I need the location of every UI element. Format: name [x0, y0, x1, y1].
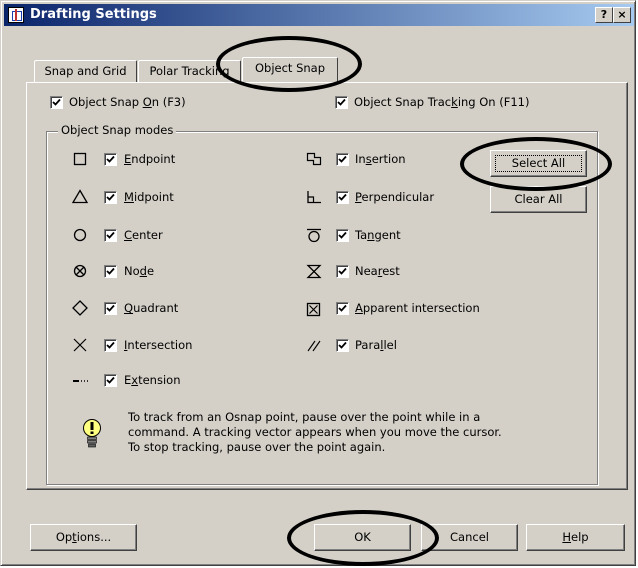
diamond-icon [72, 300, 88, 316]
apparent-intersection-checkbox[interactable] [336, 302, 349, 315]
extension-icon [73, 380, 88, 382]
apparent-intersection-label: Apparent intersection [355, 301, 480, 315]
tangent-icon [307, 228, 321, 243]
extension-checkbox[interactable] [104, 374, 117, 387]
select-all-button[interactable]: Select All [490, 150, 587, 177]
node-icon [73, 264, 87, 278]
insertion-label: Insertion [355, 152, 406, 166]
tab-snap-and-grid[interactable]: Snap and Grid [34, 60, 137, 82]
tangent-checkbox[interactable] [336, 229, 349, 242]
clear-all-button[interactable]: Clear All [490, 186, 587, 213]
nearest-label: Nearest [355, 264, 400, 278]
tab-object-snap[interactable]: Object Snap [242, 57, 338, 82]
center-label: Center [124, 228, 163, 242]
app-icon [8, 7, 24, 23]
quadrant-checkbox[interactable] [104, 302, 117, 315]
endpoint-checkbox[interactable] [104, 153, 117, 166]
lightbulb-icon [83, 419, 101, 448]
circle-icon [73, 228, 87, 242]
intersection-label: Intersection [124, 338, 193, 352]
tab-polar-tracking[interactable]: Polar Tracking [138, 60, 241, 82]
insertion-checkbox[interactable] [336, 153, 349, 166]
quadrant-label: Quadrant [124, 301, 179, 315]
tangent-label: Tangent [355, 228, 401, 242]
help-title-button[interactable]: ? [595, 7, 613, 23]
nearest-icon [306, 264, 322, 279]
dialog-title: Drafting Settings [30, 7, 157, 22]
nearest-checkbox[interactable] [336, 265, 349, 278]
center-checkbox[interactable] [104, 229, 117, 242]
insertion-icon [306, 152, 322, 166]
tip-line-3: To stop tracking, pause over the point a… [128, 440, 386, 454]
object-snap-tracking-on-label: Object Snap Tracking On (F11) [354, 95, 530, 109]
x-icon [73, 338, 87, 352]
triangle-icon [72, 189, 88, 204]
cancel-button[interactable]: Cancel [421, 524, 518, 551]
tracking-tip: To track from an Osnap point, pause over… [128, 410, 548, 455]
close-button[interactable]: × [613, 7, 631, 23]
object-snap-modes-label: Object Snap modes [58, 123, 177, 137]
title-bar[interactable]: Drafting Settings ? × [4, 4, 634, 26]
perpendicular-label: Perpendicular [355, 190, 435, 204]
parallel-checkbox[interactable] [336, 339, 349, 352]
endpoint-label: Endpoint [124, 152, 176, 166]
apparent-intersection-icon [306, 302, 321, 317]
object-snap-on-label: Object Snap On (F3) [69, 95, 186, 109]
node-checkbox[interactable] [104, 265, 117, 278]
parallel-icon [307, 340, 321, 352]
help-button[interactable]: Help [526, 524, 625, 551]
extension-label: Extension [124, 373, 181, 387]
midpoint-checkbox[interactable] [104, 191, 117, 204]
parallel-label: Parallel [355, 338, 397, 352]
tip-line-2: command. A tracking vector appears when … [128, 425, 502, 439]
midpoint-label: Midpoint [124, 190, 174, 204]
tip-line-1: To track from an Osnap point, pause over… [128, 410, 481, 424]
perpendicular-icon [307, 191, 321, 204]
perpendicular-checkbox[interactable] [336, 191, 349, 204]
node-label: Node [124, 264, 155, 278]
object-snap-on-checkbox[interactable] [50, 96, 63, 109]
square-icon [73, 152, 87, 166]
focus-indicator [495, 155, 582, 172]
object-snap-tracking-on-checkbox[interactable] [335, 96, 348, 109]
intersection-checkbox[interactable] [104, 339, 117, 352]
ok-button[interactable]: OK [314, 524, 411, 551]
options-button[interactable]: Options... [30, 524, 137, 551]
